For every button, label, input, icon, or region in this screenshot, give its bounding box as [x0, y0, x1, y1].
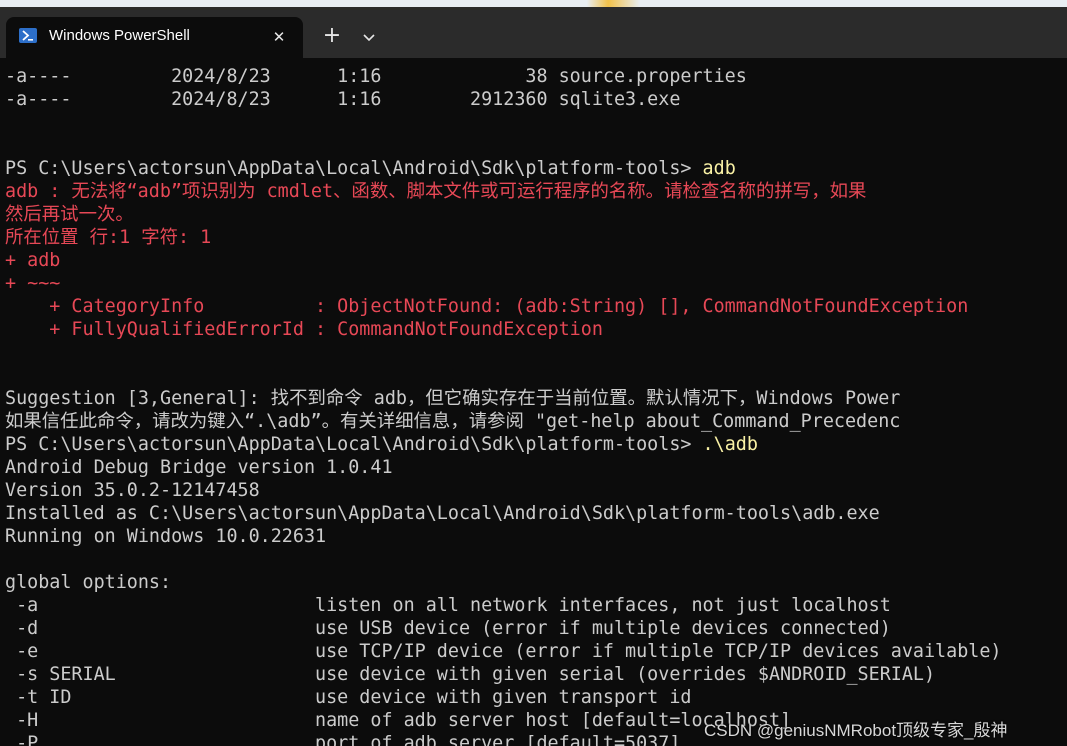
desktop-background-strip — [0, 0, 1067, 7]
error-line: + ~~~ — [5, 273, 61, 294]
output-line: global options: — [5, 572, 172, 593]
terminal-output[interactable]: -a---- 2024/8/23 1:16 38 source.properti… — [5, 65, 1067, 746]
output-line: -s SERIAL use device with given serial (… — [5, 664, 936, 685]
command-text: .\adb — [702, 434, 758, 455]
tab-windows-powershell[interactable]: Windows PowerShell ✕ — [6, 17, 303, 58]
output-line: -d use USB device (error if multiple dev… — [5, 618, 891, 639]
error-line: 然后再试一次。 — [5, 204, 134, 225]
command-text: adb — [702, 158, 736, 179]
tab-title: Windows PowerShell — [49, 27, 190, 44]
output-line: -t ID use device with given transport id — [5, 687, 692, 708]
output-line: -a listen on all network interfaces, not… — [5, 595, 891, 616]
watermark: CSDN @geniusNMRobot顶级专家_殷神 — [704, 721, 1008, 740]
output-line: Suggestion [3,General]: 找不到命令 adb，但它确实存在… — [5, 388, 901, 409]
prompt-text: PS C:\Users\actorsun\AppData\Local\Andro… — [5, 434, 703, 455]
output-line: -a---- 2024/8/23 1:16 2912360 sqlite3.ex… — [5, 89, 681, 110]
output-line: Installed as C:\Users\actorsun\AppData\L… — [5, 503, 880, 524]
new-tab-button[interactable]: + — [319, 25, 345, 49]
output-line: -a---- 2024/8/23 1:16 38 source.properti… — [5, 66, 747, 87]
chevron-down-icon[interactable] — [358, 27, 380, 47]
output-line: Android Debug Bridge version 1.0.41 — [5, 457, 393, 478]
prompt-text: PS C:\Users\actorsun\AppData\Local\Andro… — [5, 158, 703, 179]
output-line: 如果信任此命令，请改为键入“.\adb”。有关详细信息，请参阅 "get-hel… — [5, 411, 901, 432]
error-line: 所在位置 行:1 字符: 1 — [5, 227, 212, 248]
title-bar: Windows PowerShell ✕ + — [0, 7, 1067, 58]
output-line: Running on Windows 10.0.22631 — [5, 526, 327, 547]
prompt-line: PS C:\Users\actorsun\AppData\Local\Andro… — [5, 157, 1067, 180]
prompt-line: PS C:\Users\actorsun\AppData\Local\Andro… — [5, 433, 1067, 456]
close-icon[interactable]: ✕ — [270, 28, 288, 46]
output-line: -e use TCP/IP device (error if multiple … — [5, 641, 1002, 662]
error-line: + adb — [5, 250, 61, 271]
error-line: + FullyQualifiedErrorId : CommandNotFoun… — [5, 319, 603, 340]
powershell-icon — [19, 28, 37, 43]
output-line: Version 35.0.2-12147458 — [5, 480, 260, 501]
error-line: adb : 无法将“adb”项识别为 cmdlet、函数、脚本文件或可运行程序的… — [5, 181, 867, 202]
error-line: + CategoryInfo : ObjectNotFound: (adb:St… — [5, 296, 969, 317]
